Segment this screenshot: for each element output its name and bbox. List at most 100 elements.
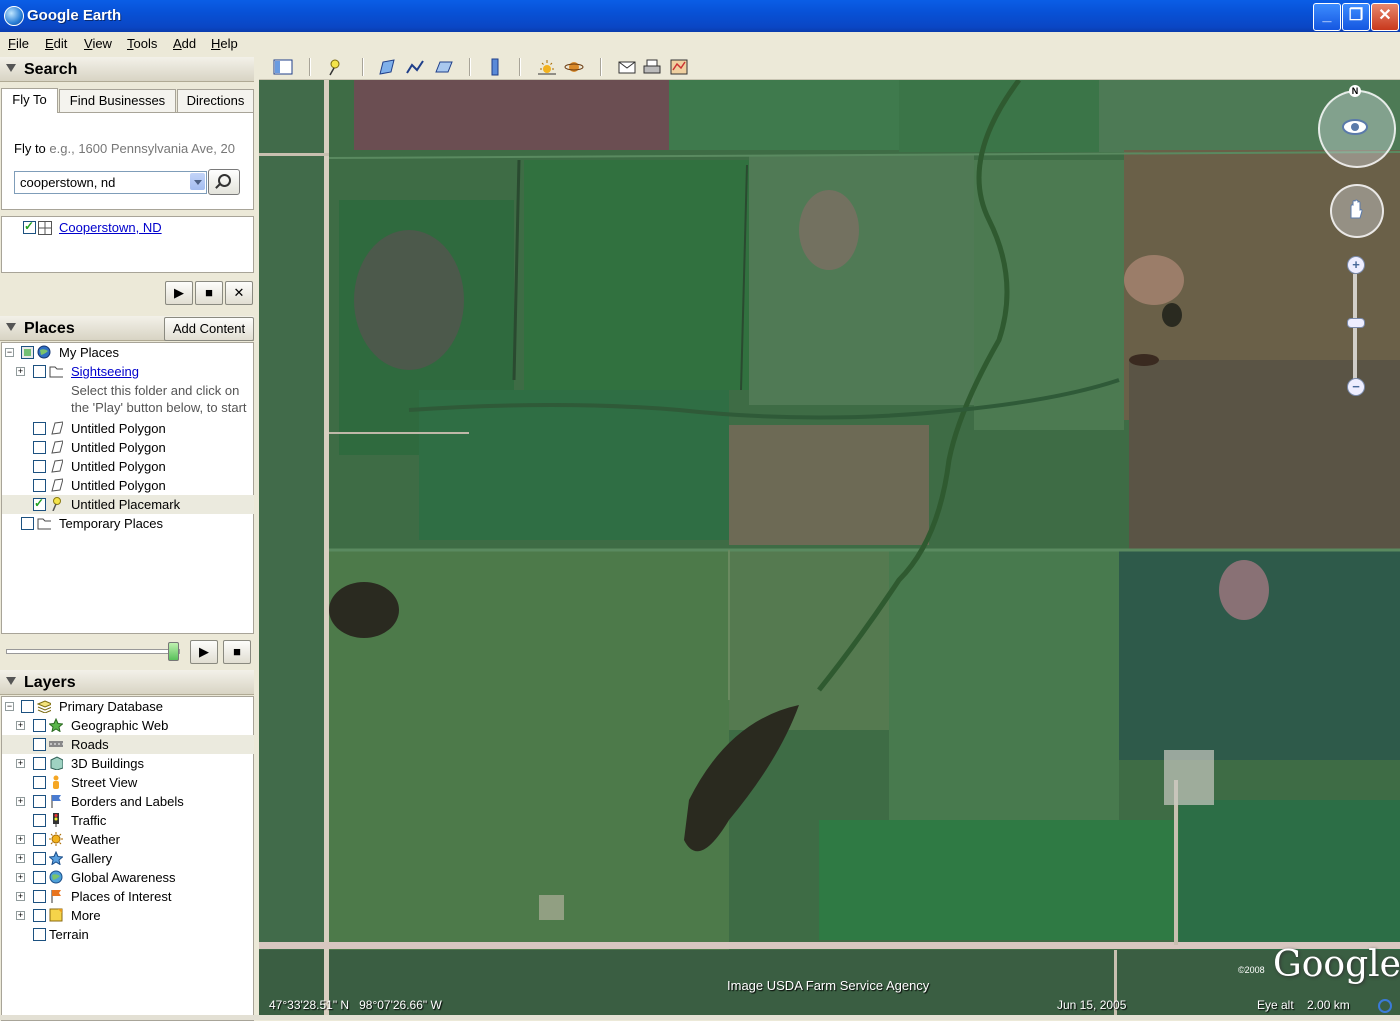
add-image-overlay-icon[interactable] [433, 58, 453, 76]
tab-fly-to[interactable]: Fly To [1, 88, 58, 113]
layer-checkbox[interactable] [33, 833, 46, 846]
sightseeing-label[interactable]: Sightseeing [71, 364, 139, 379]
tree-row-primary-database[interactable]: − Primary Database [2, 697, 254, 716]
layer-borders-labels[interactable]: + Borders and Labels [2, 792, 254, 811]
placemark-checkbox[interactable] [33, 496, 46, 511]
result-checkbox[interactable] [23, 219, 36, 234]
expand-toggle-icon[interactable]: + [16, 721, 25, 730]
layer-checkbox[interactable] [33, 795, 46, 808]
north-indicator[interactable]: N [1349, 85, 1361, 97]
layer-weather[interactable]: + Weather [2, 830, 254, 849]
menu-add[interactable]: Add [173, 36, 196, 51]
layer-checkbox[interactable] [33, 909, 46, 922]
layers-panel-header[interactable]: Layers [0, 670, 254, 695]
clear-search-button[interactable]: ✕ [225, 281, 253, 305]
sidebar-toggle-icon[interactable] [273, 58, 293, 76]
tree-row-polygon[interactable]: Untitled Polygon [2, 438, 254, 457]
ruler-icon[interactable] [485, 58, 505, 76]
view-in-maps-icon[interactable] [669, 58, 689, 76]
layer-terrain[interactable]: Terrain [2, 925, 254, 944]
tab-directions[interactable]: Directions [177, 89, 254, 112]
collapse-toggle-icon[interactable]: − [5, 702, 14, 711]
layer-checkbox[interactable] [33, 814, 46, 827]
email-icon[interactable] [617, 58, 637, 76]
menu-view[interactable]: View [84, 36, 112, 51]
temporary-places-checkbox[interactable] [21, 517, 34, 530]
tab-find-businesses[interactable]: Find Businesses [59, 89, 176, 112]
collapse-toggle-icon[interactable]: − [5, 348, 14, 357]
add-content-button[interactable]: Add Content [164, 317, 254, 341]
layer-more[interactable]: + More [2, 906, 254, 925]
menu-file[interactable]: File [8, 36, 29, 51]
primary-database-checkbox[interactable] [21, 700, 34, 713]
layer-roads[interactable]: Roads [2, 735, 254, 754]
menu-edit[interactable]: Edit [45, 36, 67, 51]
polygon-checkbox[interactable] [33, 479, 46, 492]
expand-toggle-icon[interactable]: + [16, 797, 25, 806]
layer-checkbox[interactable] [33, 890, 46, 903]
print-icon[interactable] [642, 58, 662, 76]
zoom-in-button[interactable]: + [1347, 256, 1365, 274]
result-cooperstown[interactable]: Cooperstown, ND [59, 220, 162, 235]
sightseeing-checkbox[interactable] [33, 365, 46, 378]
layer-geographic-web[interactable]: + Geographic Web [2, 716, 254, 735]
tree-row-temporary-places[interactable]: Temporary Places [2, 514, 254, 533]
layer-checkbox[interactable] [33, 719, 46, 732]
add-path-icon[interactable] [405, 58, 425, 76]
expand-toggle-icon[interactable]: + [16, 911, 25, 920]
layer-street-view[interactable]: Street View [2, 773, 254, 792]
stop-places-button[interactable]: ■ [223, 640, 251, 664]
tree-row-polygon[interactable]: Untitled Polygon [2, 457, 254, 476]
tree-row-polygon[interactable]: Untitled Polygon [2, 419, 254, 438]
layer-checkbox[interactable] [33, 852, 46, 865]
fly-to-input[interactable]: cooperstown, nd [14, 171, 207, 194]
layer-checkbox[interactable] [33, 738, 46, 751]
menu-help[interactable]: Help [211, 36, 238, 51]
expand-toggle-icon[interactable]: + [16, 759, 25, 768]
add-polygon-icon[interactable] [377, 58, 397, 76]
layer-global-awareness[interactable]: + Global Awareness [2, 868, 254, 887]
expand-toggle-icon[interactable]: + [16, 854, 25, 863]
expand-toggle-icon[interactable]: + [16, 873, 25, 882]
planets-icon[interactable] [564, 58, 584, 76]
expand-toggle-icon[interactable]: + [16, 835, 25, 844]
search-panel-header[interactable]: Search [0, 57, 254, 82]
layer-checkbox[interactable] [33, 871, 46, 884]
add-placemark-icon[interactable] [325, 58, 345, 76]
terrain-checkbox[interactable] [33, 928, 46, 941]
polygon-checkbox[interactable] [33, 422, 46, 435]
my-places-checkbox[interactable] [21, 346, 34, 359]
dropdown-arrow-icon[interactable] [190, 173, 205, 190]
earth-map-view[interactable]: N + − ©2008 Google Image USDA Farm Servi… [259, 80, 1400, 1015]
maximize-button[interactable]: ❐ [1342, 3, 1370, 31]
tour-slider-track[interactable] [6, 649, 180, 654]
stop-tour-button[interactable]: ■ [195, 281, 223, 305]
layer-checkbox[interactable] [33, 757, 46, 770]
play-places-button[interactable]: ▶ [190, 640, 218, 664]
layer-checkbox[interactable] [33, 776, 46, 789]
zoom-slider-track[interactable] [1353, 274, 1357, 382]
close-button[interactable]: ✕ [1371, 3, 1399, 31]
polygon-checkbox[interactable] [33, 441, 46, 454]
tree-row-sightseeing[interactable]: + Sightseeing [2, 362, 254, 381]
zoom-slider-thumb[interactable] [1347, 318, 1365, 328]
hand-icon[interactable] [1345, 198, 1367, 220]
tree-row-my-places[interactable]: − My Places [2, 343, 254, 362]
zoom-out-button[interactable]: − [1347, 378, 1365, 396]
tree-row-placemark[interactable]: Untitled Placemark [2, 495, 254, 514]
layer-traffic[interactable]: Traffic [2, 811, 254, 830]
eye-icon[interactable] [1338, 110, 1372, 144]
layer-places-of-interest[interactable]: + Places of Interest [2, 887, 254, 906]
menu-tools[interactable]: Tools [127, 36, 157, 51]
play-tour-button[interactable]: ▶ [165, 281, 193, 305]
tour-slider-thumb[interactable] [168, 642, 179, 661]
layer-3d-buildings[interactable]: + 3D Buildings [2, 754, 254, 773]
expand-toggle-icon[interactable]: + [16, 367, 25, 376]
minimize-button[interactable]: _ [1313, 3, 1341, 31]
expand-toggle-icon[interactable]: + [16, 892, 25, 901]
sunlight-icon[interactable] [537, 58, 557, 76]
polygon-checkbox[interactable] [33, 460, 46, 473]
layer-gallery[interactable]: + Gallery [2, 849, 254, 868]
tree-row-polygon[interactable]: Untitled Polygon [2, 476, 254, 495]
search-button[interactable] [208, 169, 240, 195]
